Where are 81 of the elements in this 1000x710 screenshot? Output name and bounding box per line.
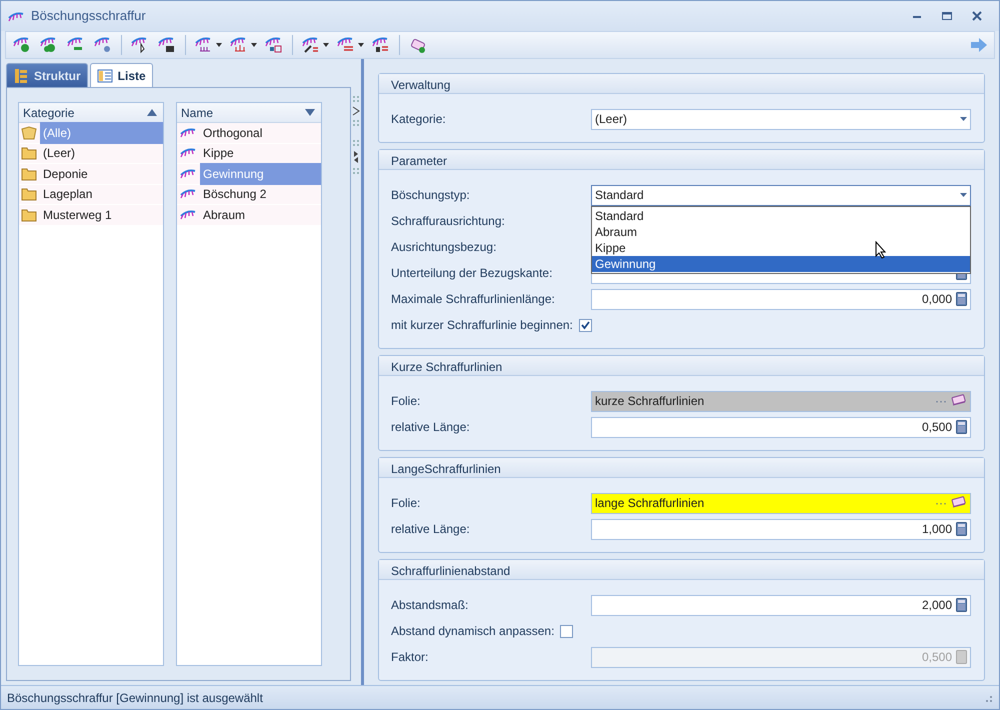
status-text: Böschungsschraffur [Gewinnung] ist ausgewählt: [7, 690, 263, 706]
hatch-tool-icon: [371, 35, 391, 55]
number-field[interactable]: 0,000: [591, 288, 971, 310]
field-label: Abstandsmaß:: [391, 597, 470, 614]
layer-icon: [951, 496, 967, 510]
field-label: relative Länge:: [391, 521, 471, 538]
dropdown-option[interactable]: Gewinnung: [592, 256, 970, 272]
column-header[interactable]: Name: [177, 103, 321, 123]
calculator-icon: [956, 292, 967, 306]
folders-icon: [21, 126, 37, 140]
folder-icon: [21, 166, 37, 181]
caret-icon: [358, 43, 364, 47]
dropdown-field[interactable]: Standard: [591, 184, 971, 206]
dropdown-option[interactable]: Standard: [592, 208, 970, 224]
calculator-icon: [956, 420, 967, 434]
field-label: Böschungstyp:: [391, 187, 471, 204]
caret-icon: [960, 117, 967, 121]
checkbox[interactable]: [578, 318, 592, 332]
hatch-icon: [179, 166, 197, 181]
group-header: LangeSchraffurlinien: [379, 458, 984, 478]
maximize-icon: [941, 10, 953, 22]
number-field[interactable]: 1,000: [591, 518, 971, 540]
caret-icon: [960, 193, 967, 197]
layer-icon: [951, 394, 967, 408]
layer-field[interactable]: lange Schraffurlinien ···: [591, 492, 971, 514]
grip-icon: [352, 119, 360, 127]
group-header: Schraffurlinienabstand: [379, 560, 984, 580]
hatch-tool-icon: [12, 35, 32, 55]
grip-icon: [352, 167, 360, 175]
hatch-tool-icon: [93, 35, 113, 55]
cursor-icon: [875, 240, 887, 258]
field-label: Abstand dynamisch anpassen:: [391, 623, 554, 640]
hatch-icon: [179, 126, 197, 140]
calculator-icon: [956, 522, 967, 536]
app-icon: [7, 10, 25, 22]
field-label: Ausrichtungsbezug:: [391, 239, 498, 256]
check-icon: [580, 320, 590, 330]
close-icon: [971, 10, 983, 22]
column-header[interactable]: Kategorie: [19, 103, 163, 123]
dropdown-option[interactable]: Kippe: [592, 240, 970, 256]
dropdown-option[interactable]: Abraum: [592, 224, 970, 240]
group-header: Verwaltung: [379, 74, 984, 94]
browse-button[interactable]: ···: [935, 494, 947, 512]
calculator-icon: [956, 650, 967, 664]
window-title: Böschungsschraffur: [31, 7, 146, 26]
hatch-tool-icon: [301, 35, 321, 55]
caret-icon: [251, 43, 257, 47]
field-label: Maximale Schraffurlinienlänge:: [391, 291, 556, 308]
layer-field[interactable]: kurze Schraffurlinien ···: [591, 390, 971, 412]
field-label: Folie:: [391, 393, 422, 410]
number-field[interactable]: 0,500: [591, 416, 971, 438]
tree-icon: [13, 68, 29, 84]
folder-icon: [21, 146, 37, 160]
number-field: 0,500: [591, 646, 971, 668]
arrow-icon: [970, 38, 988, 52]
field-label: Folie:: [391, 495, 422, 512]
group-header: Parameter: [379, 150, 984, 170]
folder-icon: [21, 187, 37, 202]
list-icon: [96, 68, 113, 84]
field-label: Faktor:: [391, 649, 430, 666]
folder-icon: [21, 208, 37, 222]
dropdown-field[interactable]: (Leer): [591, 108, 971, 130]
calculator-icon: [956, 598, 967, 612]
tab[interactable]: Liste: [90, 63, 153, 87]
field-label: Schraffurausrichtung:: [391, 213, 506, 230]
tab[interactable]: Struktur: [6, 63, 88, 87]
expand-arrow-icon: [352, 150, 360, 164]
field-label: Kategorie:: [391, 111, 447, 128]
caret-icon: [323, 43, 329, 47]
grip-icon: [352, 95, 360, 103]
group-header: Kurze Schraffurlinien: [379, 356, 984, 376]
field-label: Unterteilung der Bezugskante:: [391, 265, 554, 282]
grip-icon: [352, 139, 360, 147]
caret-icon: [216, 43, 222, 47]
number-field[interactable]: 2,000: [591, 594, 971, 616]
checkbox[interactable]: [560, 624, 574, 638]
hatch-icon: [179, 208, 197, 222]
hatch-tool-icon: [157, 35, 177, 55]
hatch-tool-icon: [264, 35, 284, 55]
field-label: mit kurzer Schraffurlinie beginnen:: [391, 317, 573, 334]
field-label: relative Länge:: [391, 419, 471, 436]
